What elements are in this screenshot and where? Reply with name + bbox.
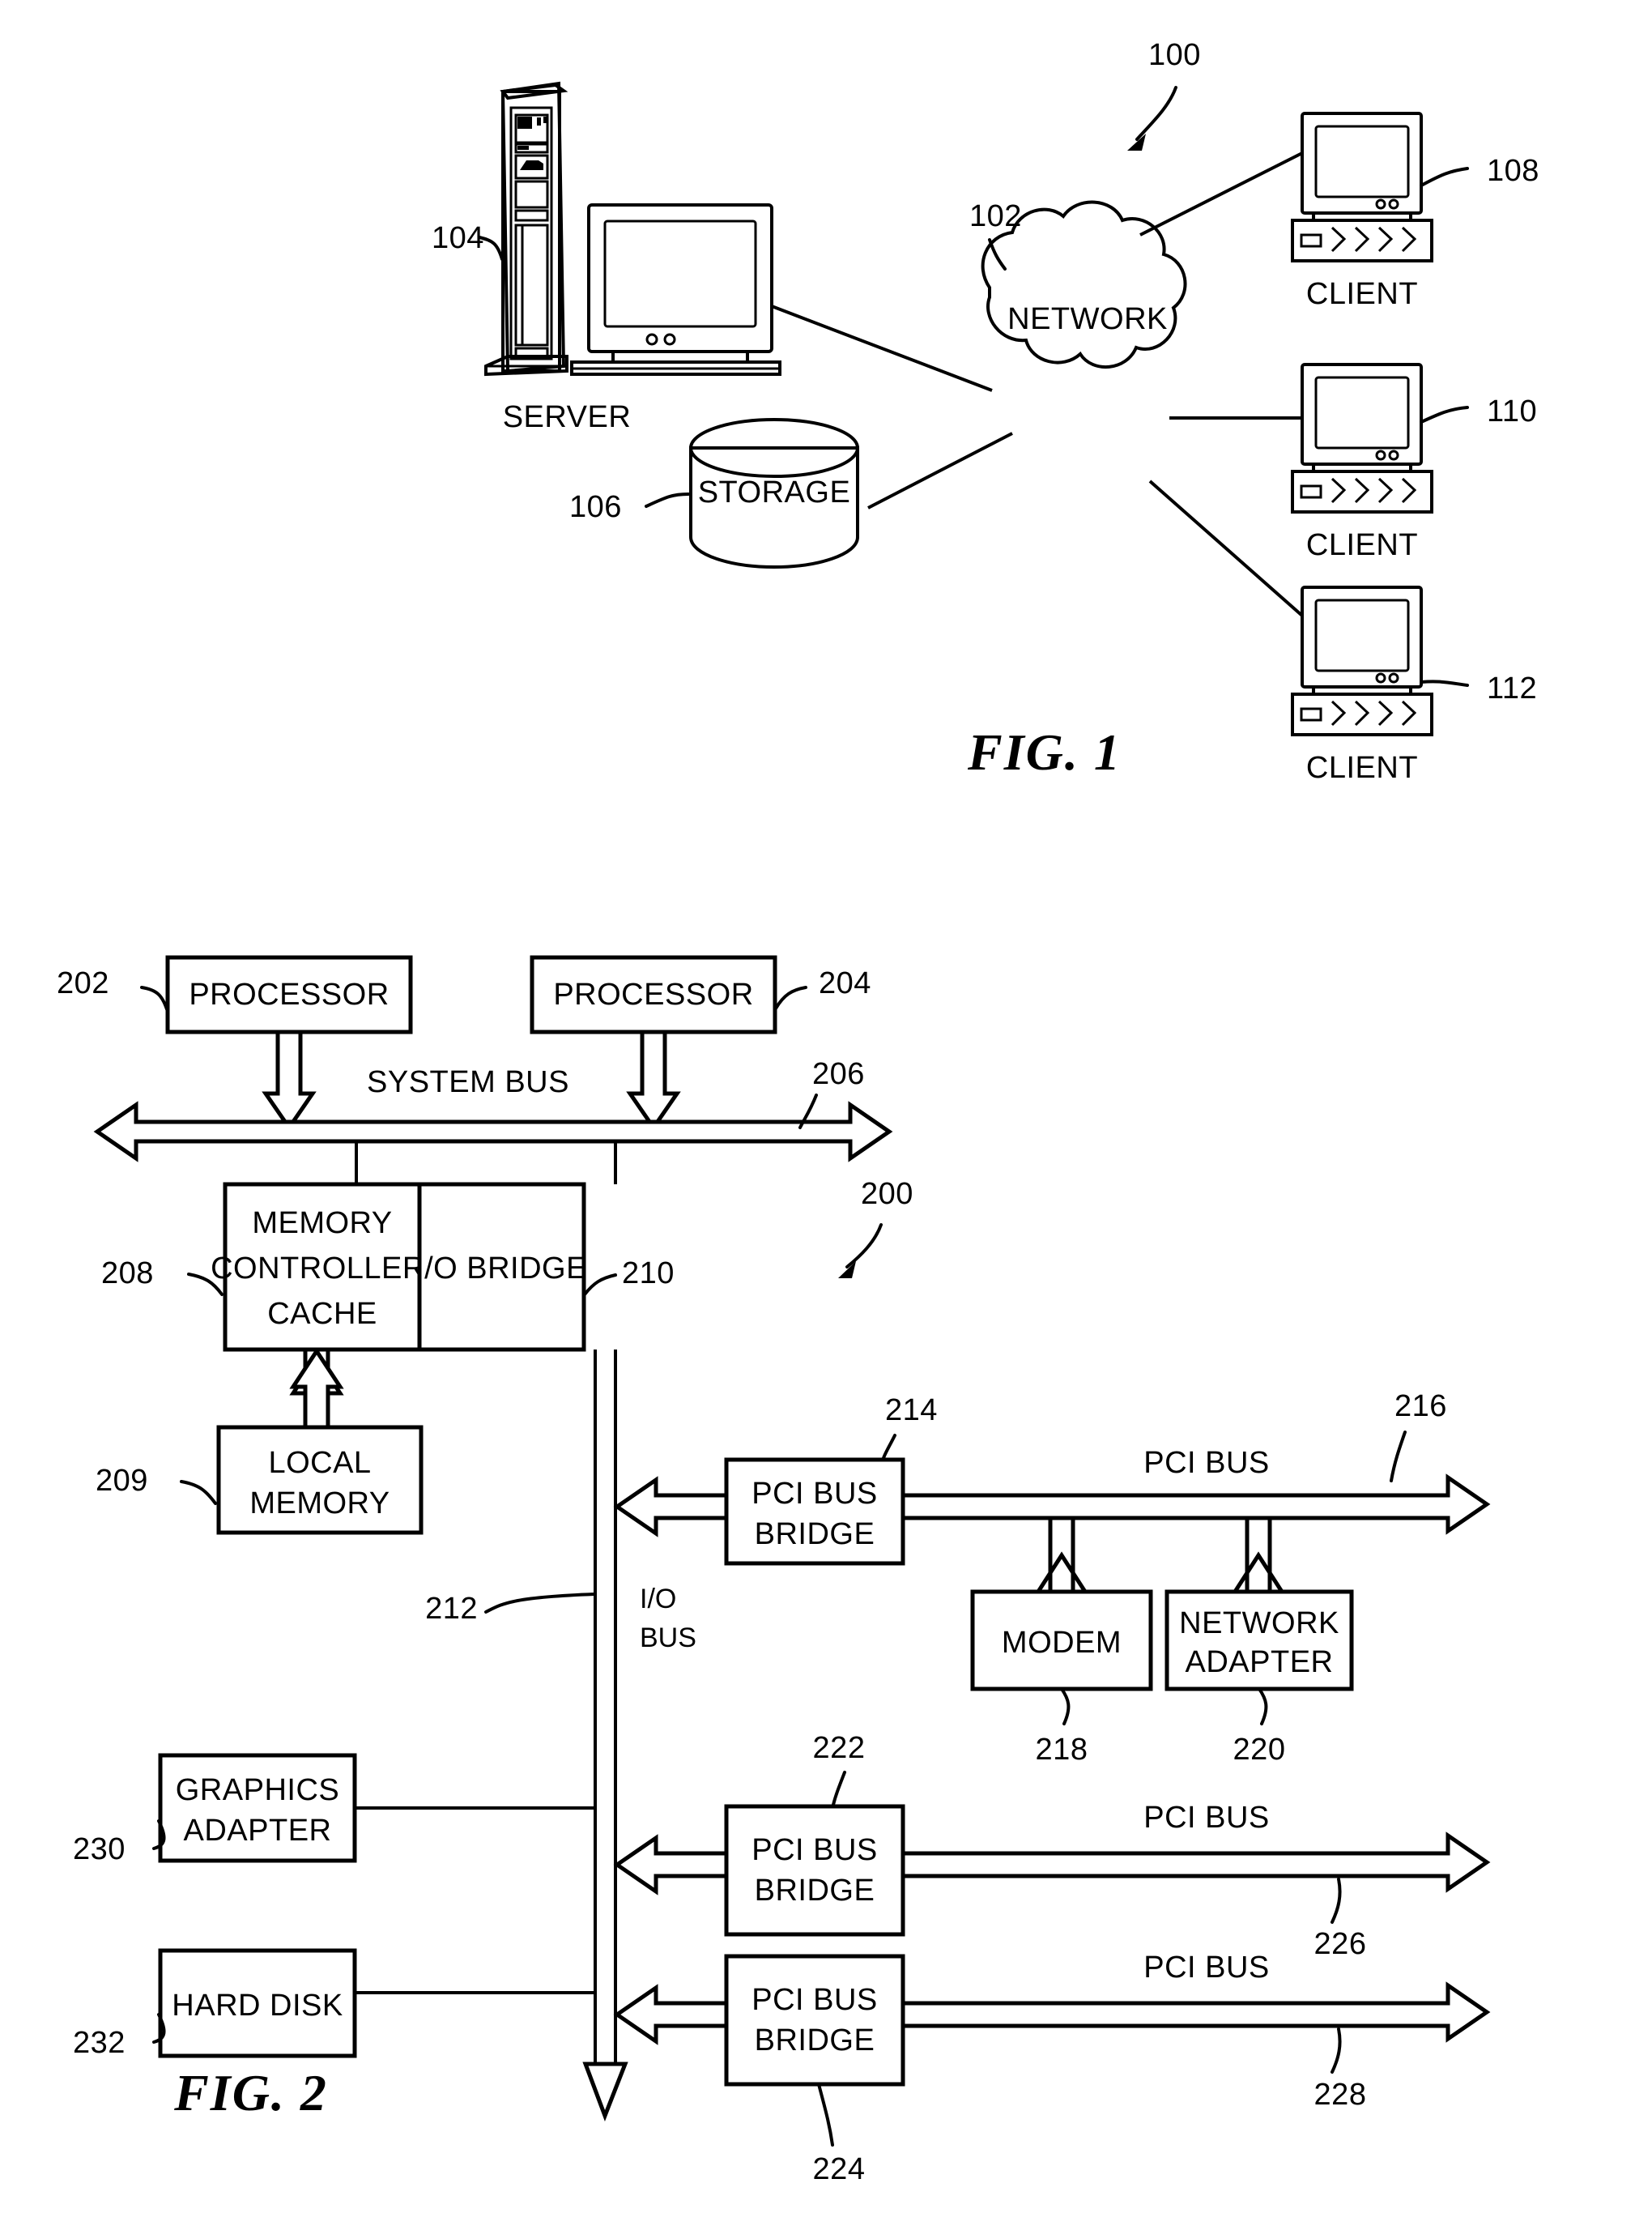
client-110-label: CLIENT	[1306, 528, 1418, 562]
system-bus-arrow	[93, 1101, 893, 1162]
pci-224-io-arrow	[613, 1984, 729, 2045]
ref-226: 226	[1314, 1927, 1367, 1961]
modem-label: MODEM	[1002, 1626, 1122, 1660]
ref-112: 112	[1487, 672, 1537, 706]
io-bridge-block: I/O BRIDGE	[415, 1182, 587, 1352]
link-storage-network	[867, 432, 1013, 510]
pci-bus-bridge-224-line2: BRIDGE	[755, 2023, 875, 2057]
ref-104: 104	[432, 221, 484, 255]
graphics-adapter-block: GRAPHICS ADAPTER	[158, 1753, 357, 1863]
storage-cylinder-icon: STORAGE	[689, 418, 859, 569]
figure-2-caption: FIG. 2	[173, 2064, 328, 2121]
ref-214: 214	[885, 1393, 938, 1427]
local-memory-line2: MEMORY	[249, 1486, 390, 1520]
network-adapter-up-arrow	[1231, 1516, 1286, 1594]
client-108-label: CLIENT	[1306, 277, 1418, 311]
ref-232: 232	[73, 2026, 126, 2060]
ref-216: 216	[1394, 1389, 1447, 1423]
pci-bus-228-label: PCI BUS	[1143, 1951, 1270, 1985]
pci-bus-bridge-222-block: PCI BUS BRIDGE	[724, 1804, 905, 1937]
link-server-network	[771, 305, 993, 392]
ref-106: 106	[569, 490, 622, 524]
graphics-adapter-line1: GRAPHICS	[176, 1773, 339, 1807]
ref-228: 228	[1314, 2078, 1367, 2112]
system-bus-label: SYSTEM BUS	[367, 1065, 569, 1099]
link-network-client112	[1148, 480, 1304, 617]
pci-bus-bridge-222-line1: PCI BUS	[751, 1833, 878, 1867]
ref-224: 224	[813, 2152, 866, 2186]
figure-1-caption: FIG. 1	[967, 723, 1122, 781]
ref-208: 208	[101, 1256, 154, 1290]
client-112-label: CLIENT	[1306, 751, 1418, 785]
ref-204: 204	[819, 966, 871, 1000]
patent-drawing-sheet: 104 SERVER NETWORK 102 STORAGE 106 108 C…	[0, 0, 1652, 2213]
network-label: NETWORK	[1007, 302, 1168, 336]
server-label: SERVER	[503, 400, 632, 434]
ref-102: 102	[969, 199, 1022, 233]
drawing-canvas: 104 SERVER NETWORK 102 STORAGE 106 108 C…	[57, 38, 1539, 2186]
modem-block: MODEM	[970, 1589, 1153, 1691]
hard-disk-label: HARD DISK	[172, 1989, 343, 2023]
processor-204-label: PROCESSOR	[553, 978, 753, 1012]
pci-bus-bridge-224-line1: PCI BUS	[751, 1983, 878, 2017]
memory-controller-line3: CACHE	[267, 1297, 377, 1331]
graphics-adapter-line2: ADAPTER	[184, 1814, 332, 1848]
ref-230: 230	[73, 1832, 126, 1866]
ref-108: 108	[1487, 154, 1539, 188]
network-adapter-block: NETWORK ADAPTER	[1164, 1589, 1354, 1691]
ref-200: 200	[861, 1177, 913, 1211]
ref-202: 202	[57, 966, 109, 1000]
network-adapter-line2: ADAPTER	[1186, 1645, 1334, 1679]
link-network-client108	[1139, 151, 1303, 237]
server-tower-icon	[484, 81, 568, 377]
ref-100: 100	[1148, 38, 1201, 72]
pci-222-io-arrow	[613, 1834, 729, 1895]
pci-bus-bridge-222-line2: BRIDGE	[755, 1874, 875, 1908]
pci-bus-216-arrow	[901, 1473, 1491, 1535]
memory-controller-cache-block: MEMORY CONTROLLER/ CACHE	[211, 1182, 434, 1352]
pci-bus-226-arrow	[901, 1831, 1491, 1893]
client-computer-112-icon	[1291, 586, 1433, 736]
pci-bus-bridge-224-block: PCI BUS BRIDGE	[724, 1954, 905, 2087]
pci-bus-bridge-214-line1: PCI BUS	[751, 1477, 878, 1511]
local-memory-line1: LOCAL	[268, 1446, 371, 1480]
figure-2-group: PROCESSOR 202 PROCESSOR 204 SYSTEM BUS 2…	[57, 955, 1491, 2186]
ref-206: 206	[812, 1057, 865, 1091]
processor-204-block: PROCESSOR	[530, 955, 777, 1034]
processor-204-bus-arrow	[626, 1030, 681, 1132]
pci-214-io-arrow	[613, 1476, 729, 1537]
pci-bus-228-arrow	[901, 1981, 1491, 2043]
pci-bus-bridge-214-block: PCI BUS BRIDGE	[724, 1457, 905, 1566]
memory-controller-line2: CONTROLLER/	[211, 1251, 434, 1286]
storage-label: STORAGE	[698, 475, 851, 510]
ref-110: 110	[1487, 394, 1537, 429]
memory-controller-line1: MEMORY	[252, 1206, 392, 1240]
processor-202-label: PROCESSOR	[189, 978, 389, 1012]
client-computer-110-icon	[1291, 363, 1433, 514]
ref-212: 212	[425, 1592, 478, 1626]
processor-202-block: PROCESSOR	[165, 955, 413, 1034]
network-adapter-line1: NETWORK	[1179, 1606, 1339, 1640]
pci-bus-216-label: PCI BUS	[1143, 1446, 1270, 1480]
local-memory-block: LOCAL MEMORY	[216, 1425, 424, 1535]
pci-bus-226-label: PCI BUS	[1143, 1801, 1270, 1835]
processor-202-bus-arrow	[262, 1030, 317, 1132]
server-monitor-icon	[570, 203, 781, 376]
client-computer-108-icon	[1291, 112, 1433, 262]
pci-bus-bridge-214-line2: BRIDGE	[755, 1517, 875, 1551]
ref-220: 220	[1233, 1733, 1286, 1767]
hard-disk-block: HARD DISK	[158, 1948, 357, 2058]
ref-210: 210	[622, 1256, 675, 1290]
ref-209: 209	[96, 1464, 148, 1498]
figure-1-group: 104 SERVER NETWORK 102 STORAGE 106 108 C…	[432, 38, 1539, 785]
modem-up-arrow	[1034, 1516, 1089, 1594]
io-bus-line2: BUS	[640, 1622, 696, 1653]
io-bus-line	[582, 1350, 628, 2121]
ref-218: 218	[1036, 1733, 1088, 1767]
io-bus-line1: I/O	[640, 1584, 676, 1614]
ref-222: 222	[813, 1731, 866, 1765]
io-bridge-label: I/O BRIDGE	[415, 1251, 587, 1286]
